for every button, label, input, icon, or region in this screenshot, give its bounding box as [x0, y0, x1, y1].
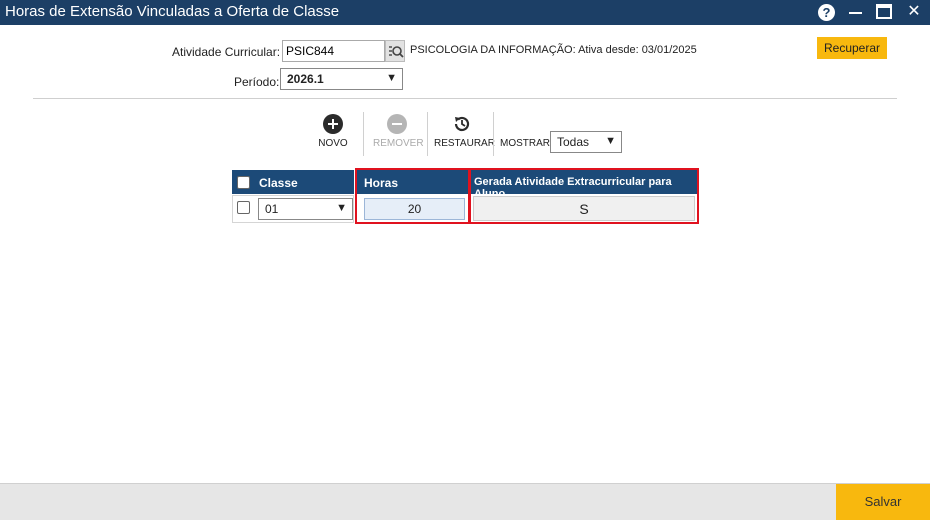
chevron-down-icon: ▼: [605, 135, 616, 147]
periodo-select[interactable]: 2026.1 ▼: [280, 68, 403, 90]
window-title: Horas de Extensão Vinculadas a Oferta de…: [5, 3, 340, 20]
plus-circle-icon: [323, 114, 343, 134]
restaurar-button[interactable]: RESTAURAR: [434, 114, 495, 149]
divider: [33, 98, 897, 99]
toolbar-separator: [427, 112, 428, 156]
minus-circle-icon: [387, 114, 407, 134]
mostrar-label: MOSTRAR:: [500, 138, 553, 149]
mostrar-value: Todas: [557, 135, 590, 149]
maximize-icon[interactable]: [876, 4, 892, 19]
remover-label: REMOVER: [373, 138, 424, 149]
table-row: 01 ▼: [232, 195, 354, 223]
grid-header-classe: Classe: [232, 170, 354, 194]
classe-value: 01: [265, 202, 279, 216]
periodo-value: 2026.1: [287, 72, 324, 86]
chevron-down-icon: ▼: [386, 72, 397, 84]
classe-select[interactable]: 01 ▼: [258, 198, 353, 220]
chevron-down-icon: ▼: [336, 202, 347, 214]
highlight-horas-column: [355, 168, 470, 224]
salvar-button[interactable]: Salvar: [836, 484, 930, 520]
atividade-curricular-label: Atividade Curricular:: [172, 45, 281, 59]
highlight-gerada-column: [469, 168, 699, 224]
novo-label: NOVO: [318, 138, 348, 149]
toolbar-separator: [363, 112, 364, 156]
minimize-icon[interactable]: [847, 3, 865, 21]
restaurar-label: RESTAURAR: [434, 138, 495, 149]
footer-bar: [0, 483, 930, 520]
toolbar-separator: [493, 112, 494, 156]
help-icon[interactable]: ?: [818, 4, 835, 21]
mostrar-select[interactable]: Todas ▼: [550, 131, 622, 153]
search-list-icon: [389, 46, 404, 58]
close-icon[interactable]: ✕: [905, 3, 923, 21]
atividade-description: PSICOLOGIA DA INFORMAÇÃO: Ativa desde: 0…: [410, 44, 697, 56]
novo-button[interactable]: NOVO: [318, 114, 348, 149]
remover-button[interactable]: REMOVER: [373, 114, 424, 149]
select-all-checkbox[interactable]: [237, 176, 250, 189]
recuperar-button[interactable]: Recuperar: [817, 37, 887, 59]
row-checkbox[interactable]: [237, 201, 250, 214]
atividade-curricular-input[interactable]: [282, 40, 385, 62]
title-bar: Horas de Extensão Vinculadas a Oferta de…: [0, 0, 930, 25]
search-button[interactable]: [385, 40, 405, 62]
history-icon: [452, 114, 472, 134]
periodo-label: Período:: [234, 75, 280, 89]
classe-header-label: Classe: [259, 176, 298, 190]
